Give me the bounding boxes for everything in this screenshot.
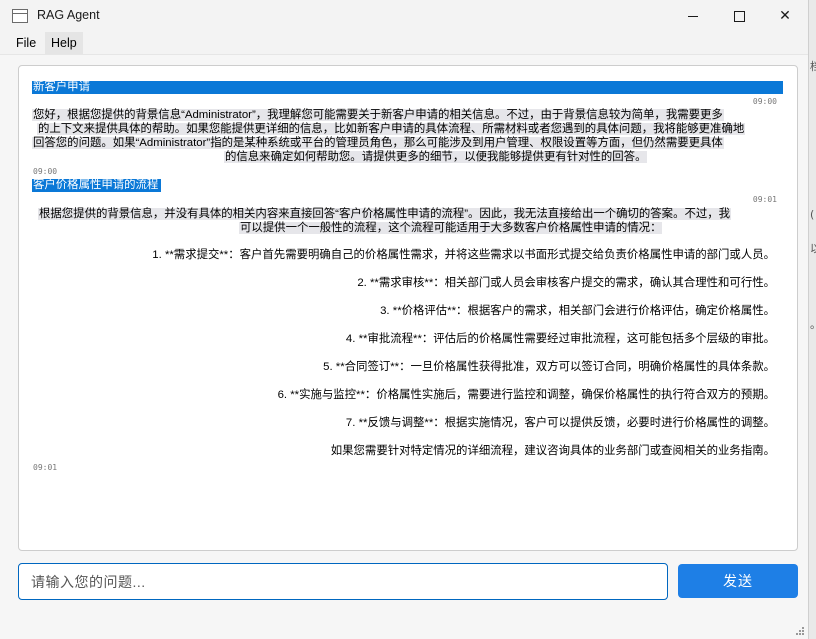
assistant-message-line: 您好，根据您提供的背景信息“Administrator”，我理解您可能需要关于新… [32,109,724,121]
message-timestamp: 09:01 [33,463,58,472]
menu-bar: File Help [0,32,808,54]
minimize-icon [688,15,698,17]
assistant-message-line: 根据您提供的背景信息，并没有具体的相关内容来直接回答“客户价格属性申请的流程”。… [38,208,732,220]
maximize-icon [733,10,745,22]
user-message: 新客户申请 [32,81,783,94]
resize-grip[interactable] [795,626,805,636]
background-glyph: 。 [810,316,816,332]
background-glyph: 档 [810,60,816,73]
title-bar[interactable]: RAG Agent ✕ [0,0,808,32]
process-step: 6. **实施与监控**：价格属性实施后，需要进行监控和调整，确保价格属性的执行… [277,389,775,401]
close-button[interactable]: ✕ [762,0,808,32]
app-window: RAG Agent ✕ File Help 新客户申请 09:00 您好，根据您… [0,0,808,639]
message-timestamp: 09:00 [752,97,777,106]
app-icon [12,9,28,23]
process-step: 2. **需求审核**：相关部门或人员会审核客户提交的需求，确认其合理性和可行性… [357,277,775,289]
process-step: 7. **反馈与调整**：根据实施情况，客户可以提供反馈，必要时进行价格属性的调… [345,417,775,429]
menu-file[interactable]: File [10,32,42,54]
send-button[interactable]: 发送 [678,564,798,598]
window-title: RAG Agent [37,8,100,22]
client-area: 新客户申请 09:00 您好，根据您提供的背景信息“Administrator”… [0,54,808,639]
assistant-closing: 如果您需要针对特定情况的详细流程，建议咨询具体的业务部门或查阅相关的业务指南。 [330,445,775,457]
maximize-button[interactable] [716,0,762,32]
background-window-edge: 档 ( 以 。 [808,0,816,639]
question-input[interactable] [18,563,668,600]
assistant-message-line: 的信息来确定如何帮助您。请提供更多的细节，以便我能够提供更有针对性的回答。 [224,151,648,163]
user-message: 客户价格属性申请的流程 [32,179,162,192]
background-glyph: 以 [810,242,816,255]
message-timestamp: 09:00 [33,167,58,176]
process-step: 4. **审批流程**：评估后的价格属性需要经过审批流程，这可能包括多个层级的审… [345,333,775,345]
assistant-message-line: 回答您的问题。如果“Administrator”指的是某种系统或平台的管理员角色… [32,137,724,149]
assistant-message-line: 可以提供一个一般性的流程，这个流程可能适用于大多数客户价格属性申请的情况： [239,222,663,234]
close-icon: ✕ [779,8,791,24]
menu-help[interactable]: Help [45,32,83,54]
process-step: 1. **需求提交**：客户首先需要明确自己的价格属性需求，并将这些需求以书面形… [152,249,775,261]
process-step: 3. **价格评估**：根据客户的需求，相关部门会进行价格评估，确定价格属性。 [380,305,775,317]
background-glyph: ( [810,208,815,221]
message-timestamp: 09:01 [752,195,777,204]
process-step: 5. **合同签订**：一旦价格属性获得批准，双方可以签订合同，明确价格属性的具… [323,361,775,373]
chat-history[interactable]: 新客户申请 09:00 您好，根据您提供的背景信息“Administrator”… [18,65,798,551]
assistant-message-line: 的上下文来提供具体的帮助。如果您能提供更详细的信息，比如新客户申请的具体流程、所… [37,123,746,135]
minimize-button[interactable] [670,0,716,32]
